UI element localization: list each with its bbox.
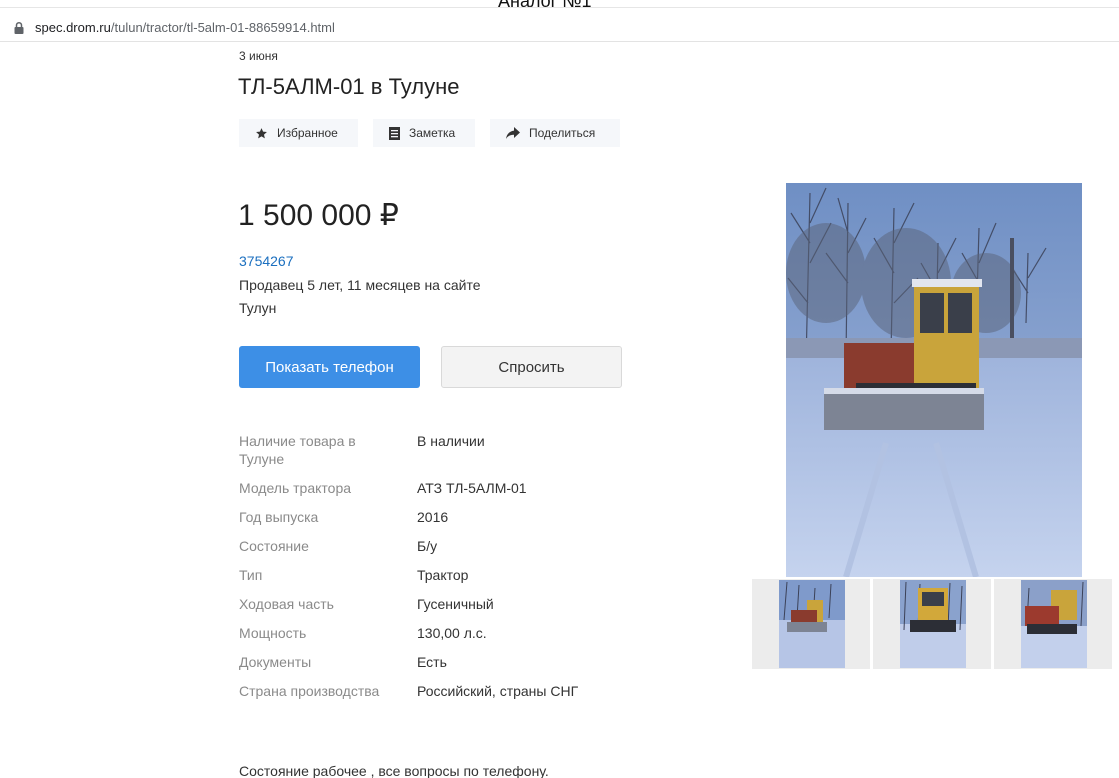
spec-label: Страна производства bbox=[239, 683, 380, 699]
spec-row: Наличие товара в Тулуне В наличии bbox=[239, 432, 659, 468]
show-phone-button[interactable]: Показать телефон bbox=[239, 346, 420, 388]
share-label: Поделиться bbox=[529, 126, 596, 140]
photo-thumbnails bbox=[752, 579, 1112, 669]
note-button[interactable]: Заметка bbox=[373, 119, 475, 147]
share-icon bbox=[506, 127, 520, 139]
main-photo[interactable] bbox=[786, 183, 1082, 577]
top-divider bbox=[0, 7, 1119, 8]
spec-row: Год выпуска 2016 bbox=[239, 508, 659, 526]
star-icon bbox=[255, 127, 268, 140]
price: 1 500 000 ₽ bbox=[238, 199, 399, 232]
spec-row: Страна производства Российский, страны С… bbox=[239, 682, 659, 700]
spec-label: Наличие товара в Тулуне bbox=[239, 433, 356, 467]
listing-description: Состояние рабочее , все вопросы по телеф… bbox=[239, 763, 549, 778]
share-button[interactable]: Поделиться bbox=[490, 119, 620, 147]
spec-row: Документы Есть bbox=[239, 653, 659, 671]
lock-icon bbox=[12, 21, 26, 35]
favorite-button[interactable]: Избранное bbox=[239, 119, 358, 147]
listing-title: ТЛ-5АЛМ-01 в Тулуне bbox=[238, 74, 460, 99]
spec-row: Тип Трактор bbox=[239, 566, 659, 584]
specs-table: Наличие товара в Тулуне В наличии Модель… bbox=[239, 432, 659, 711]
seller-age: Продавец 5 лет, 11 месяцев на сайте bbox=[239, 277, 481, 293]
spec-label: Модель трактора bbox=[239, 480, 352, 496]
page-caption: Аналог №1 bbox=[498, 0, 592, 11]
spec-row: Модель трактора АТЗ ТЛ-5АЛМ-01 bbox=[239, 479, 659, 497]
spec-value: Б/у bbox=[417, 538, 438, 554]
spec-value: 130,00 л.с. bbox=[417, 625, 487, 641]
spec-value: Гусеничный bbox=[417, 596, 494, 612]
spec-label: Ходовая часть bbox=[239, 596, 334, 612]
seller-city: Тулун bbox=[239, 300, 277, 316]
spec-value: Трактор bbox=[417, 567, 469, 583]
spec-label: Мощность bbox=[239, 625, 307, 641]
url-path: /tulun/tractor/tl-5alm-01-88659914.html bbox=[110, 20, 335, 35]
thumbnail[interactable] bbox=[873, 579, 991, 669]
url-text[interactable]: spec.drom.ru/tulun/tractor/tl-5alm-01-88… bbox=[35, 20, 335, 35]
url-host: spec.drom.ru bbox=[35, 20, 111, 35]
spec-value: Есть bbox=[417, 654, 447, 670]
spec-label: Состояние bbox=[239, 538, 309, 554]
seller-id-link[interactable]: 3754267 bbox=[239, 253, 294, 269]
spec-label: Год выпуска bbox=[239, 509, 319, 525]
thumbnail[interactable] bbox=[994, 579, 1112, 669]
spec-row: Мощность 130,00 л.с. bbox=[239, 624, 659, 642]
spec-label: Тип bbox=[239, 567, 263, 583]
spec-value: Российский, страны СНГ bbox=[417, 683, 579, 699]
listing-date: 3 июня bbox=[239, 49, 278, 63]
note-icon bbox=[389, 126, 400, 140]
ask-button[interactable]: Спросить bbox=[441, 346, 622, 388]
listing-actions: Избранное Заметка Поделиться bbox=[239, 119, 620, 147]
thumbnail[interactable] bbox=[752, 579, 870, 669]
spec-row: Состояние Б/у bbox=[239, 537, 659, 555]
spec-value: АТЗ ТЛ-5АЛМ-01 bbox=[417, 480, 527, 496]
spec-label: Документы bbox=[239, 654, 312, 670]
favorite-label: Избранное bbox=[277, 126, 338, 140]
spec-row: Ходовая часть Гусеничный bbox=[239, 595, 659, 613]
spec-value: В наличии bbox=[417, 433, 485, 449]
browser-address-bar[interactable]: spec.drom.ru/tulun/tractor/tl-5alm-01-88… bbox=[0, 14, 1119, 42]
note-label: Заметка bbox=[409, 126, 456, 140]
spec-value: 2016 bbox=[417, 509, 449, 525]
